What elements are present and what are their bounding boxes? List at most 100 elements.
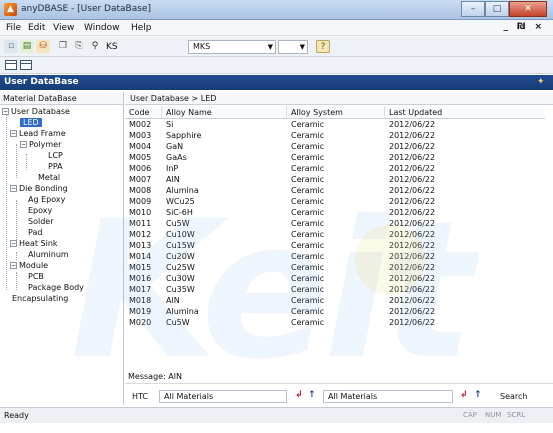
tree-node-epoxy[interactable]: Epoxy [28, 206, 52, 216]
tree-node-lead-frame[interactable]: − Lead Frame [2, 129, 66, 139]
cell-last-updated: 2012/06/22 [389, 186, 436, 195]
scroll-lock-indicator: SCRL [507, 411, 526, 419]
tree-node-user-database[interactable]: − User Database [2, 107, 70, 117]
cell-alloy-system: Ceramic [291, 175, 325, 184]
tree-node-ag-epoxy[interactable]: Ag Epoxy [28, 195, 65, 205]
maximize-button[interactable]: □ [485, 1, 509, 17]
cell-alloy-name: SiC-6H [166, 208, 193, 217]
search-button[interactable]: Search [500, 392, 527, 401]
table-row[interactable]: M009 WCu25 Ceramic 2012/06/22 [125, 196, 545, 207]
collapse-icon[interactable]: − [2, 108, 9, 115]
message-text: Message: AlN [128, 372, 182, 381]
menu-window[interactable]: Window [84, 23, 120, 33]
unit-label: KS [106, 42, 118, 52]
table-row[interactable]: M002 Si Ceramic 2012/06/22 [125, 119, 545, 130]
arrow-up-blue-icon[interactable]: ↑ [474, 390, 482, 400]
cell-code: M010 [129, 208, 152, 217]
cell-alloy-system: Ceramic [291, 296, 325, 305]
cell-alloy-system: Ceramic [291, 208, 325, 217]
tree-node-lcp[interactable]: LCP [48, 151, 63, 161]
tree-node-metal[interactable]: Metal [38, 173, 60, 183]
tree-node-solder[interactable]: Solder [28, 217, 53, 227]
table-row[interactable]: M013 Cu15W Ceramic 2012/06/22 [125, 240, 545, 251]
cell-alloy-name: Cu5W [166, 318, 190, 327]
table-row[interactable]: M015 Cu25W Ceramic 2012/06/22 [125, 262, 545, 273]
tree-node-heat-sink[interactable]: − Heat Sink [2, 239, 58, 249]
tree-node-ppa[interactable]: PPA [48, 162, 63, 172]
column-header-last-updated[interactable]: Last Updated [385, 106, 545, 119]
collapse-icon[interactable]: − [10, 185, 17, 192]
table-row[interactable]: M007 AlN Ceramic 2012/06/22 [125, 174, 545, 185]
cell-alloy-system: Ceramic [291, 131, 325, 140]
help-icon[interactable]: ? [316, 40, 330, 53]
column-header-alloy-name[interactable]: Alloy Name [162, 106, 287, 119]
collapse-icon[interactable]: − [10, 262, 17, 269]
cell-last-updated: 2012/06/22 [389, 142, 436, 151]
column-header-code[interactable]: Code [125, 106, 162, 119]
tree-node-die-bonding[interactable]: − Die Bonding [2, 184, 68, 194]
menu-help[interactable]: Help [131, 23, 152, 33]
tree-node-pad[interactable]: Pad [28, 228, 42, 238]
cell-code: M003 [129, 131, 152, 140]
cell-code: M009 [129, 197, 152, 206]
binoculars-icon[interactable]: ⚲ [88, 40, 102, 53]
tree-node-encapsulating[interactable]: Encapsulating [12, 294, 68, 304]
tree-node-aluminum[interactable]: Aluminum [28, 250, 69, 260]
table-row[interactable]: M017 Cu35W Ceramic 2012/06/22 [125, 284, 545, 295]
tree-node-pcb[interactable]: PCB [28, 272, 44, 282]
table-row[interactable]: M004 GaN Ceramic 2012/06/22 [125, 141, 545, 152]
copy-icon[interactable]: ❐ [56, 40, 70, 53]
num-lock-indicator: NUM [485, 411, 502, 419]
tree-node-led[interactable]: LED [20, 118, 42, 128]
collapse-icon[interactable]: − [10, 130, 17, 137]
table-row[interactable]: M019 Alumina Ceramic 2012/06/22 [125, 306, 545, 317]
database-icon[interactable]: ⛁ [36, 40, 50, 53]
tree-node-module[interactable]: − Module [2, 261, 48, 271]
table-row[interactable]: M020 Cu5W Ceramic 2012/06/22 [125, 317, 545, 328]
table-row[interactable]: M008 Alumina Ceramic 2012/06/22 [125, 185, 545, 196]
close-button[interactable]: ✕ [509, 1, 547, 17]
table-row[interactable]: M006 InP Ceramic 2012/06/22 [125, 163, 545, 174]
table-row[interactable]: M014 Cu20W Ceramic 2012/06/22 [125, 251, 545, 262]
menu-edit[interactable]: Edit [28, 23, 45, 33]
cell-alloy-name: Cu30W [166, 274, 195, 283]
left-filter-field[interactable]: All Materials [159, 390, 287, 403]
menu-file[interactable]: File [6, 23, 21, 33]
table-row[interactable]: M005 GaAs Ceramic 2012/06/22 [125, 152, 545, 163]
table-row[interactable]: M003 Sapphire Ceramic 2012/06/22 [125, 130, 545, 141]
table-row[interactable]: M011 Cu5W Ceramic 2012/06/22 [125, 218, 545, 229]
cell-alloy-system: Ceramic [291, 164, 325, 173]
table-row[interactable]: M018 AlN Ceramic 2012/06/22 [125, 295, 545, 306]
cell-code: M014 [129, 252, 152, 261]
tree-node-polymer[interactable]: − Polymer [2, 140, 61, 150]
arrow-left-red-icon[interactable]: ↲ [460, 390, 468, 400]
table-row[interactable]: M012 Cu10W Ceramic 2012/06/22 [125, 229, 545, 240]
cell-alloy-system: Ceramic [291, 285, 325, 294]
layout-window-icon[interactable] [20, 60, 32, 70]
new-document-icon[interactable]: ▫ [4, 40, 18, 53]
arrow-left-red-icon[interactable]: ↲ [295, 390, 303, 400]
right-filter-field[interactable]: All Materials [323, 390, 453, 403]
menu-view[interactable]: View [53, 23, 74, 33]
cell-alloy-name: Cu35W [166, 285, 195, 294]
mdi-controls[interactable]: _ ₪ × [504, 22, 545, 32]
table-row[interactable]: M016 Cu30W Ceramic 2012/06/22 [125, 273, 545, 284]
layout-list-icon[interactable] [5, 60, 17, 70]
table-row[interactable]: M010 SiC-6H Ceramic 2012/06/22 [125, 207, 545, 218]
cell-alloy-name: Cu10W [166, 230, 195, 239]
pin-icon[interactable]: ✦ [537, 77, 547, 87]
title-bar: ▲ anyDBASE - [User DataBase] – □ ✕ [0, 0, 553, 20]
paste-icon[interactable]: ⎘ [72, 40, 86, 53]
minimize-button[interactable]: – [461, 1, 485, 17]
cell-last-updated: 2012/06/22 [389, 120, 436, 129]
column-header-alloy-system[interactable]: Alloy System [287, 106, 385, 119]
collapse-icon[interactable]: − [20, 141, 27, 148]
arrow-up-blue-icon[interactable]: ↑ [308, 390, 316, 400]
open-folder-icon[interactable]: ▤ [20, 40, 34, 53]
breadcrumb: User Database > LED [125, 92, 553, 105]
cell-alloy-name: Alumina [166, 186, 199, 195]
cell-last-updated: 2012/06/22 [389, 307, 436, 316]
collapse-icon[interactable]: − [10, 240, 17, 247]
tree-node-package-body[interactable]: Package Body [28, 283, 84, 293]
secondary-select[interactable]: ▼ [278, 40, 308, 54]
